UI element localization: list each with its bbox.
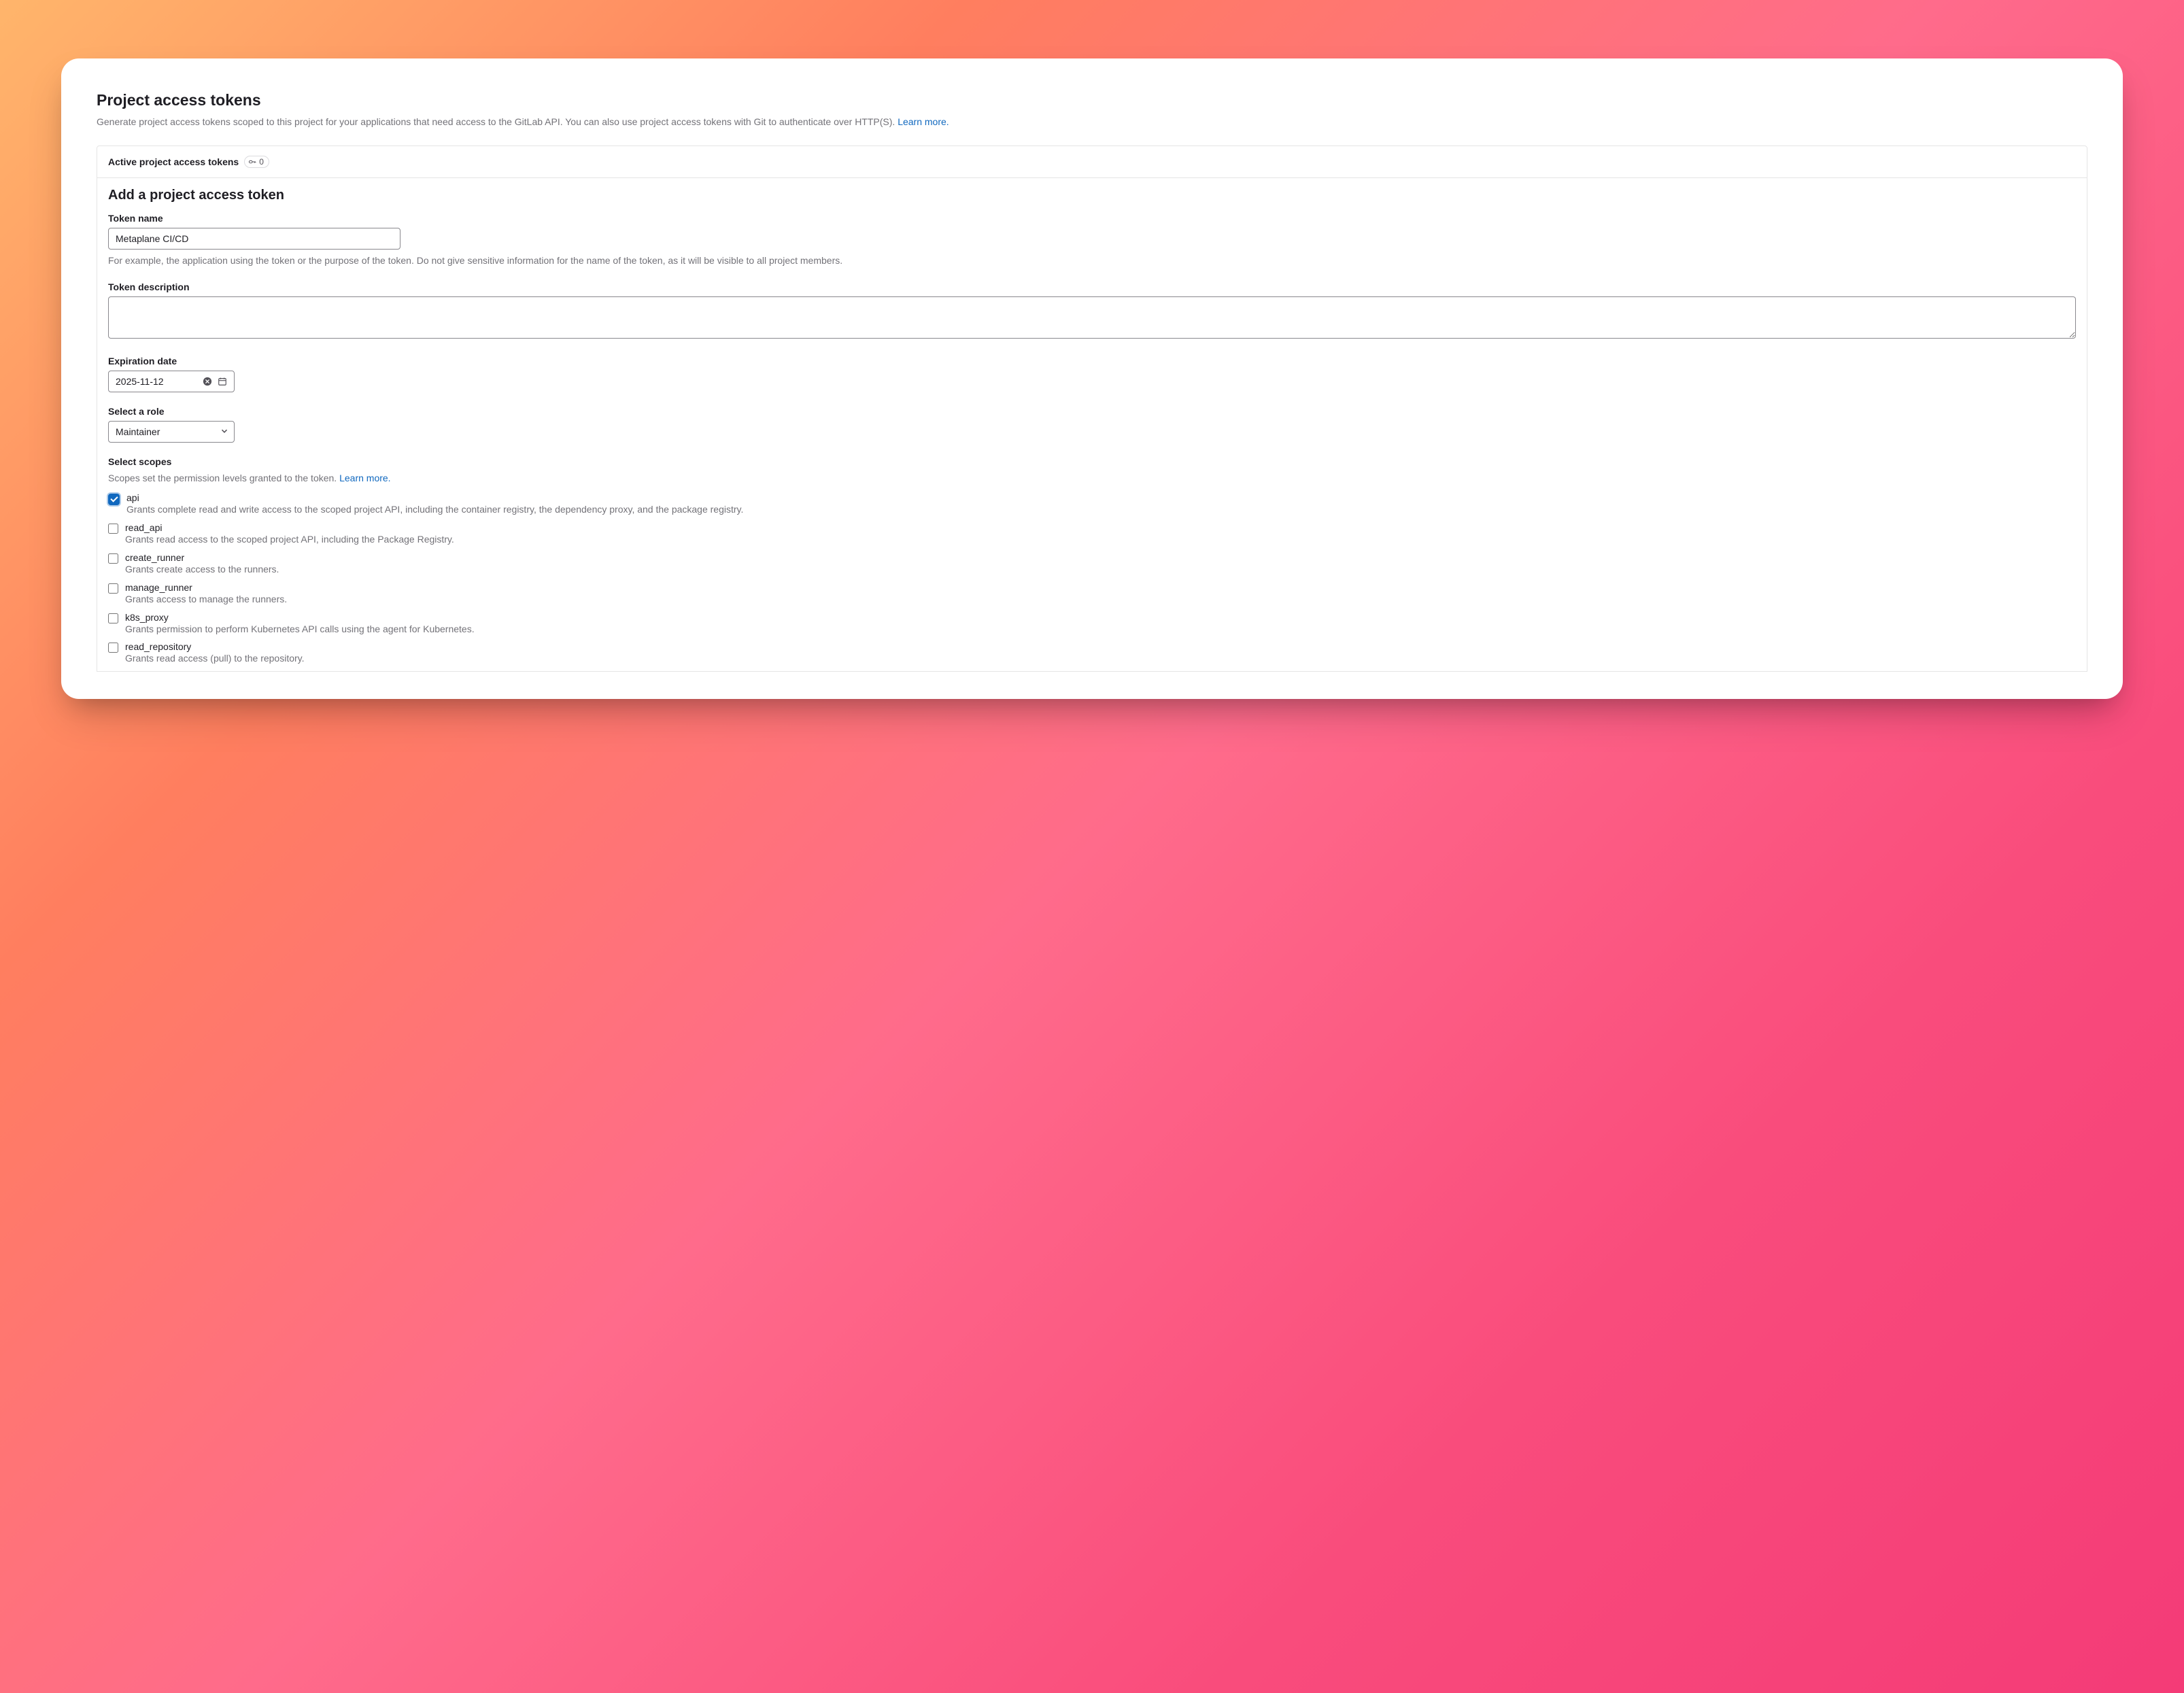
scope-label: k8s_proxy xyxy=(125,612,475,623)
scope-api: api Grants complete read and write acces… xyxy=(108,492,2076,517)
token-name-help: For example, the application using the t… xyxy=(108,254,2076,268)
add-token-form: Add a project access token Token name Fo… xyxy=(97,178,2087,666)
scope-desc: Grants access to manage the runners. xyxy=(125,593,287,606)
scope-label: read_api xyxy=(125,522,454,533)
page-subtitle: Generate project access tokens scoped to… xyxy=(97,115,2087,129)
scope-read-api: read_api Grants read access to the scope… xyxy=(108,522,2076,547)
scope-desc: Grants read access to the scoped project… xyxy=(125,533,454,547)
scope-desc: Grants permission to perform Kubernetes … xyxy=(125,623,475,636)
scope-label: api xyxy=(126,492,743,503)
scopes-learn-more-link[interactable]: Learn more. xyxy=(339,473,390,483)
scope-manage-runner: manage_runner Grants access to manage th… xyxy=(108,582,2076,606)
scope-k8s-proxy-checkbox[interactable] xyxy=(108,613,118,623)
settings-card: Project access tokens Generate project a… xyxy=(61,58,2123,699)
active-count: 0 xyxy=(259,157,264,167)
learn-more-link[interactable]: Learn more. xyxy=(898,116,949,127)
role-select[interactable]: Maintainer xyxy=(108,421,235,443)
active-tokens-count-badge: 0 xyxy=(244,156,269,168)
scopes-help-text: Scopes set the permission levels granted… xyxy=(108,473,339,483)
expiration-input[interactable] xyxy=(109,371,201,392)
scope-create-runner-checkbox[interactable] xyxy=(108,553,118,564)
scope-label: read_repository xyxy=(125,641,305,652)
scope-desc: Grants complete read and write access to… xyxy=(126,503,743,517)
active-tokens-header[interactable]: Active project access tokens 0 xyxy=(97,146,2087,178)
scope-create-runner: create_runner Grants create access to th… xyxy=(108,552,2076,577)
token-description-label: Token description xyxy=(108,281,2076,292)
clear-date-icon[interactable] xyxy=(201,375,214,388)
expiration-label: Expiration date xyxy=(108,356,2076,366)
active-tokens-title: Active project access tokens xyxy=(108,156,239,167)
token-name-input[interactable] xyxy=(108,228,400,250)
scope-desc: Grants create access to the runners. xyxy=(125,563,279,577)
scope-label: create_runner xyxy=(125,552,279,563)
key-icon xyxy=(248,158,256,166)
subtitle-text: Generate project access tokens scoped to… xyxy=(97,116,898,127)
scopes-label: Select scopes xyxy=(108,456,2076,467)
scope-api-checkbox[interactable] xyxy=(108,494,120,505)
calendar-icon[interactable] xyxy=(216,375,228,388)
page-title: Project access tokens xyxy=(97,91,2087,109)
scopes-help: Scopes set the permission levels granted… xyxy=(108,471,2076,485)
scope-manage-runner-checkbox[interactable] xyxy=(108,583,118,594)
scopes-list: api Grants complete read and write acces… xyxy=(108,492,2076,666)
scope-k8s-proxy: k8s_proxy Grants permission to perform K… xyxy=(108,612,2076,636)
token-description-input[interactable] xyxy=(108,296,2076,339)
tokens-panel: Active project access tokens 0 Add a pro… xyxy=(97,146,2087,672)
expiration-field xyxy=(108,371,235,392)
token-name-label: Token name xyxy=(108,213,2076,224)
scope-label: manage_runner xyxy=(125,582,287,593)
scope-read-api-checkbox[interactable] xyxy=(108,524,118,534)
form-heading: Add a project access token xyxy=(108,188,2076,203)
scope-read-repository-checkbox[interactable] xyxy=(108,643,118,653)
role-label: Select a role xyxy=(108,406,2076,417)
scope-read-repository: read_repository Grants read access (pull… xyxy=(108,641,2076,666)
scope-desc: Grants read access (pull) to the reposit… xyxy=(125,652,305,666)
